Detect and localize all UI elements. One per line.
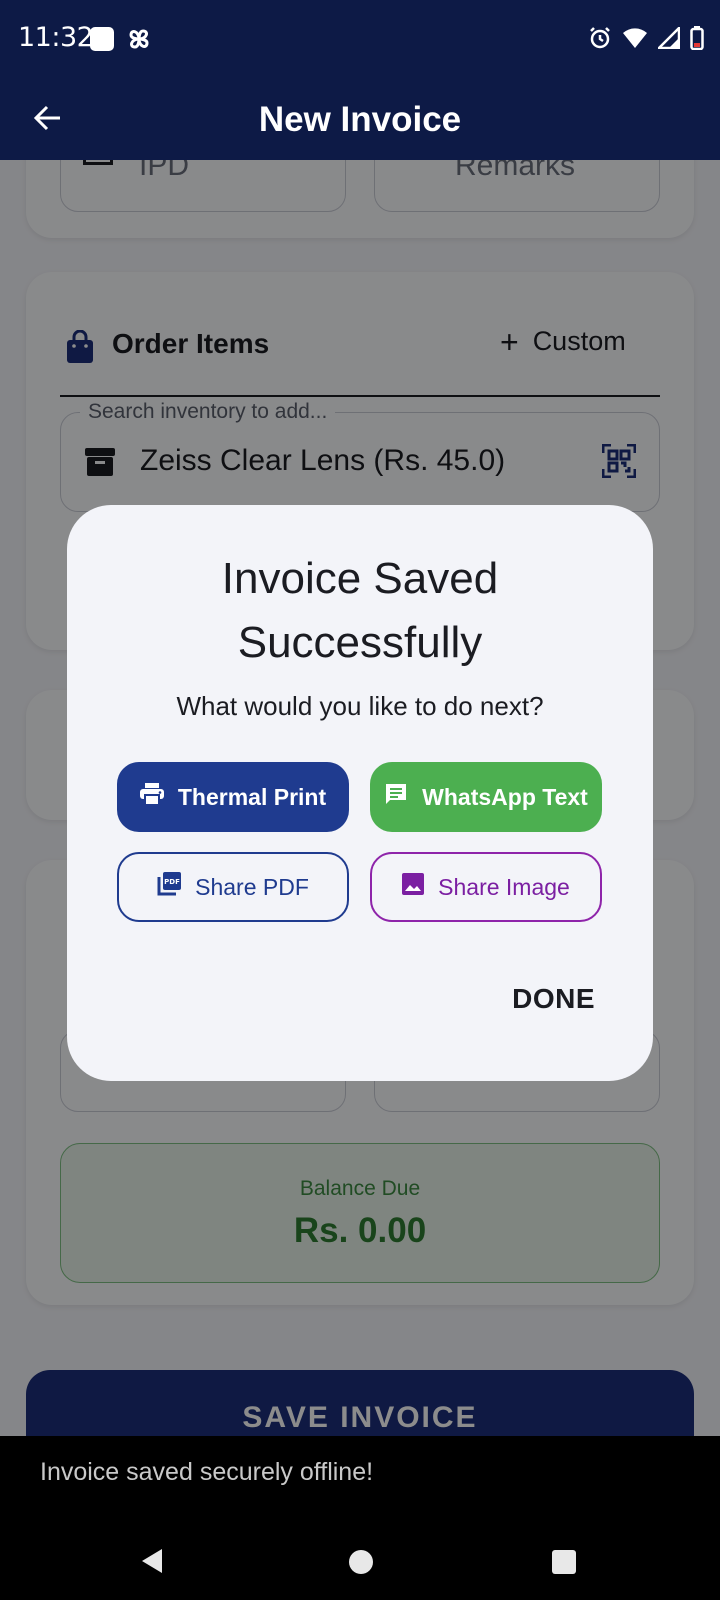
dialog-title: Invoice Saved Successfully	[67, 547, 653, 675]
notification-square-icon	[90, 27, 114, 51]
nav-back-icon[interactable]	[140, 1548, 164, 1579]
pinwheel-icon	[126, 26, 152, 52]
alarm-icon	[588, 26, 612, 55]
signal-icon	[655, 24, 681, 54]
whatsapp-text-label: WhatsApp Text	[422, 783, 588, 810]
page-title: New Invoice	[258, 100, 462, 139]
svg-text:PDF: PDF	[164, 878, 180, 886]
printer-icon	[139, 783, 164, 811]
system-nav-bar	[0, 1516, 720, 1600]
status-time: 11:32	[18, 22, 94, 53]
share-pdf-button[interactable]: PDF Share PDF	[117, 852, 349, 922]
wifi-icon	[622, 27, 648, 54]
dialog-title-line1: Invoice Saved	[221, 554, 499, 603]
done-button[interactable]: DONE	[512, 983, 595, 1015]
dialog-subtitle: What would you like to do next?	[176, 691, 544, 721]
nav-recents-icon[interactable]	[552, 1550, 576, 1574]
status-icons	[588, 24, 704, 55]
share-image-button[interactable]: Share Image	[370, 852, 602, 922]
app-bar: New Invoice	[0, 80, 720, 160]
dialog-title-line2: Successfully	[237, 618, 483, 667]
invoice-saved-dialog: Invoice Saved Successfully What would yo…	[67, 505, 653, 1081]
thermal-print-button[interactable]: Thermal Print	[117, 762, 349, 832]
whatsapp-text-button[interactable]: WhatsApp Text	[370, 762, 602, 832]
battery-icon	[690, 25, 704, 55]
snackbar-message: Invoice saved securely offline!	[40, 1458, 374, 1486]
image-icon	[402, 873, 425, 901]
pdf-icon: PDF	[157, 872, 182, 902]
status-bar: 11:32	[0, 0, 720, 80]
share-image-label: Share Image	[438, 873, 570, 900]
thermal-print-label: Thermal Print	[177, 783, 327, 810]
message-icon	[384, 782, 408, 812]
nav-home-icon[interactable]	[349, 1550, 373, 1574]
share-pdf-label: Share PDF	[195, 873, 309, 900]
snackbar: Invoice saved securely offline!	[0, 1436, 720, 1516]
